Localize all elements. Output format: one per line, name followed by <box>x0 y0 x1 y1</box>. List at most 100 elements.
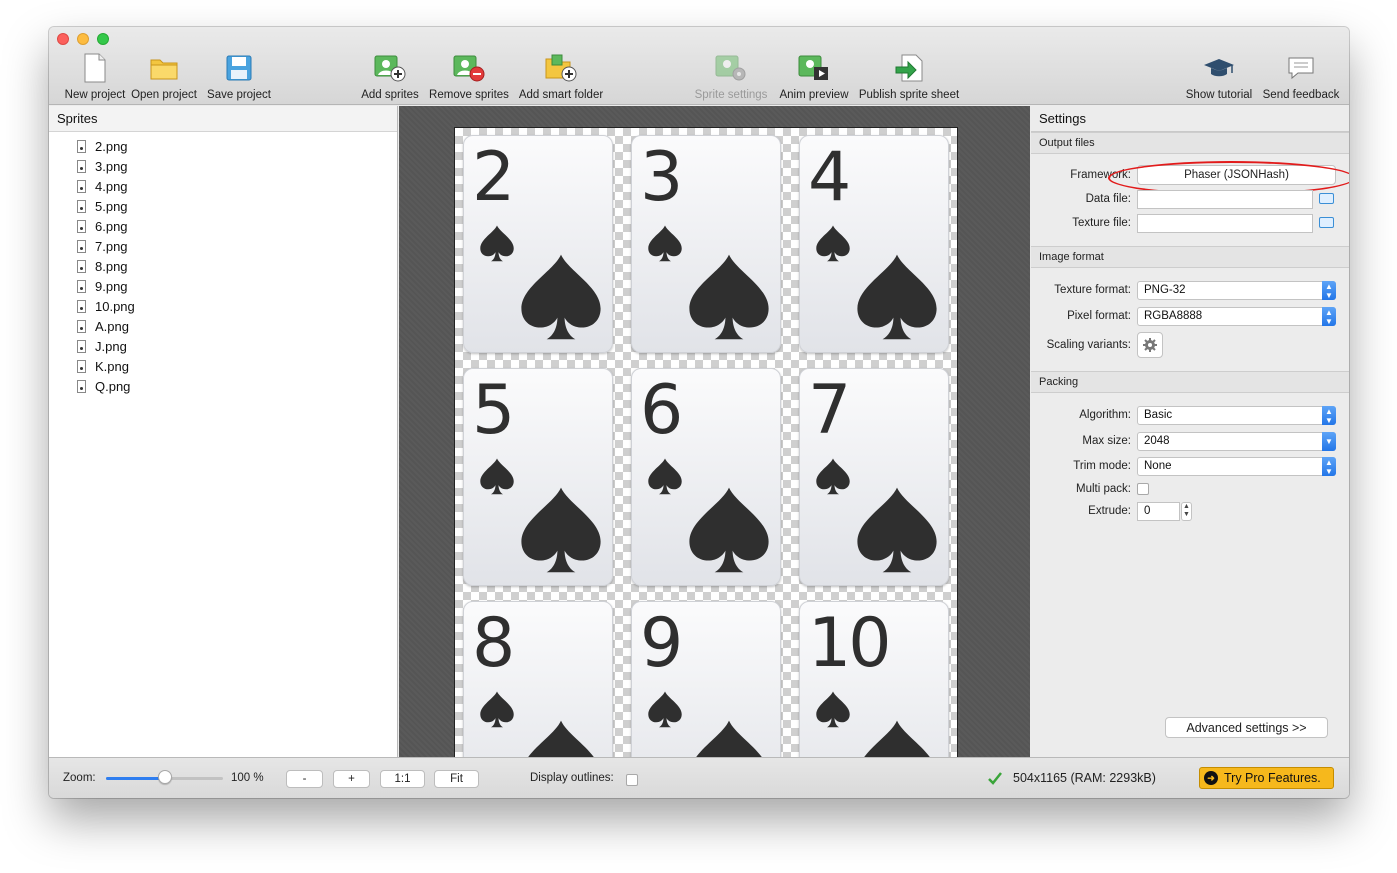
maximize-window-button[interactable] <box>97 33 109 45</box>
zoom-out-button[interactable]: - <box>286 770 323 788</box>
data-file-folder-icon[interactable] <box>1319 193 1334 204</box>
texture-format-value: PNG-32 <box>1144 284 1186 296</box>
texture-file-field[interactable] <box>1137 214 1313 233</box>
anim-preview-button[interactable]: Anim preview <box>777 51 851 101</box>
spade-icon <box>528 720 594 757</box>
floppy-disk-icon <box>222 51 256 85</box>
zoom-fit-button[interactable]: Fit <box>434 770 479 788</box>
advanced-settings-button[interactable]: Advanced settings >> <box>1165 717 1328 738</box>
trim-mode-select[interactable]: None ▲ ▼ <box>1137 457 1336 476</box>
algorithm-label: Algorithm: <box>1079 409 1131 421</box>
zoom-actual-size-button[interactable]: 1:1 <box>380 770 425 788</box>
texture-file-label: Texture file: <box>1072 217 1131 229</box>
card-rank: 2 <box>472 138 515 217</box>
sprite-file-icon <box>77 319 86 333</box>
sprite-item[interactable]: K.png <box>49 356 397 376</box>
sprite-file-icon <box>77 239 86 253</box>
sprite-item[interactable]: 2.png <box>49 136 397 156</box>
sprite-file-icon <box>77 279 86 293</box>
sprite-item-label: 4.png <box>95 178 128 194</box>
add-sprites-label: Add sprites <box>361 89 419 101</box>
scaling-variants-label: Scaling variants: <box>1046 339 1131 351</box>
try-pro-features-label: Try Pro Features. <box>1224 771 1321 785</box>
sprite-item-label: 2.png <box>95 138 128 154</box>
sprite-list: 2.png 3.png 4.png 5.png 6.png 7.png 8.pn… <box>49 132 397 396</box>
add-smart-folder-label: Add smart folder <box>518 89 604 101</box>
send-feedback-button[interactable]: Send feedback <box>1259 51 1343 101</box>
algorithm-select[interactable]: Basic ▲ ▼ <box>1137 406 1336 425</box>
max-size-combo[interactable]: 2048 ▼ <box>1137 432 1336 451</box>
zoom-value: 100 % <box>231 772 264 784</box>
try-pro-features-button[interactable]: ➜ Try Pro Features. <box>1199 767 1334 789</box>
max-size-label: Max size: <box>1082 435 1131 447</box>
open-project-button[interactable]: Open project <box>127 51 201 101</box>
sprite-settings-button[interactable]: Sprite settings <box>691 51 771 101</box>
show-tutorial-button[interactable]: Show tutorial <box>1183 51 1255 101</box>
sprite-item[interactable]: 10.png <box>49 296 397 316</box>
sprite-sheet-preview: 2 3 4 5 6 7 8 9 10 <box>454 127 958 757</box>
sprite-item[interactable]: 7.png <box>49 236 397 256</box>
remove-sprites-label: Remove sprites <box>429 89 509 101</box>
sprite-item-label: 6.png <box>95 218 128 234</box>
sprite-sheet-canvas[interactable]: 2 3 4 5 6 7 8 9 10 <box>399 106 1030 757</box>
graduation-cap-icon <box>1202 51 1236 85</box>
zoom-label: Zoom: <box>63 772 96 784</box>
texture-format-label: Texture format: <box>1054 284 1131 296</box>
close-window-button[interactable] <box>57 33 69 45</box>
spade-icon <box>521 254 601 340</box>
new-project-label: New project <box>64 89 126 101</box>
minimize-window-button[interactable] <box>77 33 89 45</box>
multi-pack-checkbox[interactable] <box>1137 483 1149 495</box>
sprite-file-icon <box>77 339 86 353</box>
spade-icon <box>521 487 601 573</box>
playing-card: 4 <box>799 135 949 353</box>
texture-file-row: Texture file: <box>1031 214 1349 234</box>
send-feedback-label: Send feedback <box>1262 89 1340 101</box>
publish-sprite-sheet-button[interactable]: Publish sprite sheet <box>855 51 963 101</box>
sprite-item[interactable]: Q.png <box>49 376 397 396</box>
extrude-stepper[interactable]: ▲ ▼ <box>1181 502 1192 521</box>
add-sprites-button[interactable]: Add sprites <box>357 51 423 101</box>
sprite-item[interactable]: J.png <box>49 336 397 356</box>
max-size-row: Max size: 2048 ▼ <box>1031 432 1349 452</box>
sprite-item[interactable]: 6.png <box>49 216 397 236</box>
speech-bubble-icon <box>1284 51 1318 85</box>
pixel-format-row: Pixel format: RGBA8888 ▲ ▼ <box>1031 307 1349 327</box>
sprite-item[interactable]: 9.png <box>49 276 397 296</box>
data-file-field[interactable] <box>1137 190 1313 209</box>
sprite-item[interactable]: 5.png <box>49 196 397 216</box>
texture-file-folder-icon[interactable] <box>1319 217 1334 228</box>
smart-folder-icon <box>544 51 578 85</box>
card-rank: 3 <box>640 138 683 217</box>
checkmark-icon <box>988 772 1002 785</box>
save-project-button[interactable]: Save project <box>203 51 275 101</box>
playing-card: 3 <box>631 135 781 353</box>
sprite-item[interactable]: 3.png <box>49 156 397 176</box>
spade-icon <box>648 458 682 495</box>
show-tutorial-label: Show tutorial <box>1185 89 1253 101</box>
chevron-up-down-icon: ▲ ▼ <box>1322 457 1336 476</box>
pixel-format-select[interactable]: RGBA8888 ▲ ▼ <box>1137 307 1336 326</box>
anim-preview-icon <box>797 51 831 85</box>
display-outlines-checkbox[interactable] <box>626 774 638 786</box>
extrude-field[interactable]: 0 <box>1137 502 1180 521</box>
packing-section: Packing <box>1031 371 1349 393</box>
multi-pack-label: Multi pack: <box>1076 483 1131 495</box>
remove-sprites-button[interactable]: Remove sprites <box>426 51 512 101</box>
sprite-item[interactable]: A.png <box>49 316 397 336</box>
multi-pack-row: Multi pack: <box>1031 480 1349 500</box>
save-project-label: Save project <box>207 89 271 101</box>
new-project-button[interactable]: New project <box>55 51 135 101</box>
add-smart-folder-button[interactable]: Add smart folder <box>515 51 607 101</box>
texture-format-select[interactable]: PNG-32 ▲ ▼ <box>1137 281 1336 300</box>
trim-mode-label: Trim mode: <box>1073 460 1131 472</box>
scaling-variants-button[interactable] <box>1137 332 1163 358</box>
playing-card: 2 <box>463 135 613 353</box>
sprite-item[interactable]: 4.png <box>49 176 397 196</box>
spade-icon <box>857 487 937 573</box>
card-rank: 9 <box>640 604 683 683</box>
zoom-in-button[interactable]: + <box>333 770 370 788</box>
sprite-item[interactable]: 8.png <box>49 256 397 276</box>
zoom-slider-knob[interactable] <box>157 770 172 784</box>
data-file-row: Data file: <box>1031 190 1349 210</box>
